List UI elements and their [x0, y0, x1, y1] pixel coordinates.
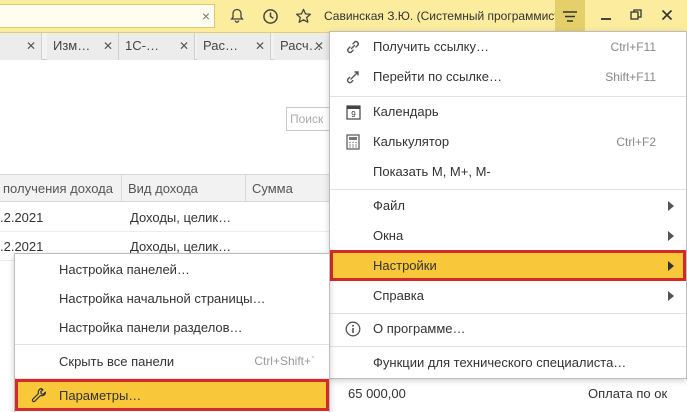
bell-icon[interactable]	[226, 5, 248, 27]
info-icon	[344, 321, 362, 337]
menu-item-label: Календарь	[373, 104, 439, 119]
goto-link-icon	[344, 69, 362, 85]
tab-label: Изм…	[53, 38, 91, 53]
column-header[interactable]: получения дохода	[0, 175, 122, 202]
list-search-input[interactable]: Поиск	[286, 107, 330, 131]
menu-item-tech-specialist[interactable]: Функции для технического специалиста…	[330, 348, 686, 378]
menu-divider	[15, 344, 329, 345]
settings-submenu: Настройка панелей… Настройка начальной с…	[14, 253, 330, 412]
menu-item-label: Файл	[373, 198, 405, 213]
menu-divider	[330, 189, 686, 190]
tab-close-icon[interactable]: ✕	[255, 33, 265, 59]
star-icon[interactable]	[292, 5, 314, 27]
table-row[interactable]: 65 000,00 Оплата по ок	[330, 380, 687, 408]
restore-icon[interactable]	[630, 8, 642, 25]
table-row[interactable]: .2.2021 Доходы, целик…	[0, 203, 330, 232]
column-header[interactable]: Вид дохода	[122, 175, 246, 202]
main-menu: Получить ссылку… Ctrl+F11 Перейти по ссы…	[329, 31, 687, 379]
menu-item-label: Получить ссылку…	[373, 39, 490, 54]
menu-item-get-link[interactable]: Получить ссылку… Ctrl+F11	[330, 32, 686, 62]
calculator-icon	[344, 134, 362, 150]
tab-close-icon[interactable]: ✕	[314, 33, 324, 59]
menu-item-shortcut: Shift+F11	[605, 70, 656, 84]
calendar-day: 9	[351, 110, 356, 119]
menu-item-show-memory[interactable]: Показать М, М+, М-	[330, 157, 686, 187]
user-name[interactable]: Савинская З.Ю. (Системный программист)	[324, 9, 564, 23]
table-header: получения дохода Вид дохода Сумма	[0, 174, 330, 202]
menu-item-calendar[interactable]: 9 Календарь	[330, 97, 686, 127]
tab-item[interactable]: Рас… ✕	[197, 33, 271, 60]
submenu-item-label: Настройка начальной страницы…	[59, 291, 266, 306]
menu-divider	[330, 346, 686, 347]
search-clear-icon[interactable]: ×	[202, 8, 210, 24]
submenu-item-label: Скрыть все панели	[59, 354, 175, 369]
close-icon[interactable]	[661, 8, 673, 25]
submenu-arrow-icon	[668, 291, 674, 301]
submenu-arrow-icon	[668, 261, 674, 271]
menu-item-calculator[interactable]: Калькулятор Ctrl+F2	[330, 127, 686, 157]
tab-close-icon[interactable]: ✕	[26, 33, 36, 59]
link-icon	[344, 39, 362, 55]
menu-item-windows[interactable]: Окна	[330, 221, 686, 251]
tab-item[interactable]: 1С-… ✕	[119, 33, 195, 60]
menu-item-file[interactable]: Файл	[330, 191, 686, 221]
submenu-item-parameters[interactable]: Параметры…	[15, 379, 329, 411]
submenu-arrow-icon	[668, 201, 674, 211]
menu-item-label: Функции для технического специалиста…	[373, 355, 627, 370]
menu-item-shortcut: Ctrl+F2	[616, 135, 656, 149]
menu-item-settings[interactable]: Настройки	[330, 250, 686, 281]
menu-item-label: Перейти по ссылке…	[373, 69, 502, 84]
menu-item-label: Окна	[373, 228, 404, 243]
submenu-item-sections-panel[interactable]: Настройка панели разделов…	[15, 312, 329, 342]
calendar-icon: 9	[344, 104, 362, 120]
menu-item-goto-link[interactable]: Перейти по ссылке… Shift+F11	[330, 62, 686, 92]
menu-item-help[interactable]: Справка	[330, 281, 686, 311]
submenu-item-home-page[interactable]: Настройка начальной страницы…	[15, 283, 329, 313]
submenu-item-panels[interactable]: Настройка панелей…	[15, 254, 329, 284]
submenu-item-label: Настройка панелей…	[59, 262, 190, 277]
menu-icon[interactable]	[555, 0, 585, 33]
tab-bar: ✕ Изм… ✕ 1С-… ✕ Рас… ✕ Расч… ✕	[0, 33, 330, 60]
menu-item-label: Показать М, М+, М-	[373, 164, 491, 179]
global-search-input[interactable]: ×	[0, 4, 215, 28]
minimize-icon[interactable]	[600, 8, 612, 25]
history-icon[interactable]	[259, 5, 281, 27]
wrench-icon	[29, 387, 49, 403]
tab-label: Рас…	[203, 38, 238, 53]
tab-close-icon[interactable]: ✕	[103, 33, 113, 59]
tab-item[interactable]: Изм… ✕	[47, 33, 119, 60]
table-cell: Доходы, целик…	[130, 210, 232, 225]
submenu-item-shortcut: Ctrl+Shift+`	[254, 354, 315, 368]
menu-item-label: О программе…	[373, 321, 466, 336]
tab-label: 1С-…	[125, 38, 159, 53]
menu-item-label: Справка	[373, 288, 424, 303]
submenu-item-hide-panels[interactable]: Скрыть все панели Ctrl+Shift+`	[15, 346, 329, 376]
column-header[interactable]: Сумма	[246, 175, 330, 202]
submenu-item-label: Параметры…	[59, 388, 142, 403]
tab-close-icon[interactable]: ✕	[179, 33, 189, 59]
menu-item-label: Настройки	[373, 258, 437, 273]
tab-item[interactable]: ✕	[0, 33, 42, 60]
note-cell: Оплата по ок	[588, 386, 668, 401]
amount-cell: 65 000,00	[348, 386, 406, 401]
menu-item-about[interactable]: О программе…	[330, 314, 686, 344]
submenu-arrow-icon	[668, 231, 674, 241]
menu-item-label: Калькулятор	[373, 134, 450, 149]
top-bar: × Савинская З.Ю. (Системный программист)	[0, 0, 687, 33]
menu-item-shortcut: Ctrl+F11	[610, 40, 656, 54]
tab-item[interactable]: Расч… ✕	[274, 33, 330, 60]
submenu-item-label: Настройка панели разделов…	[59, 320, 243, 335]
table-cell: .2.2021	[0, 210, 44, 225]
